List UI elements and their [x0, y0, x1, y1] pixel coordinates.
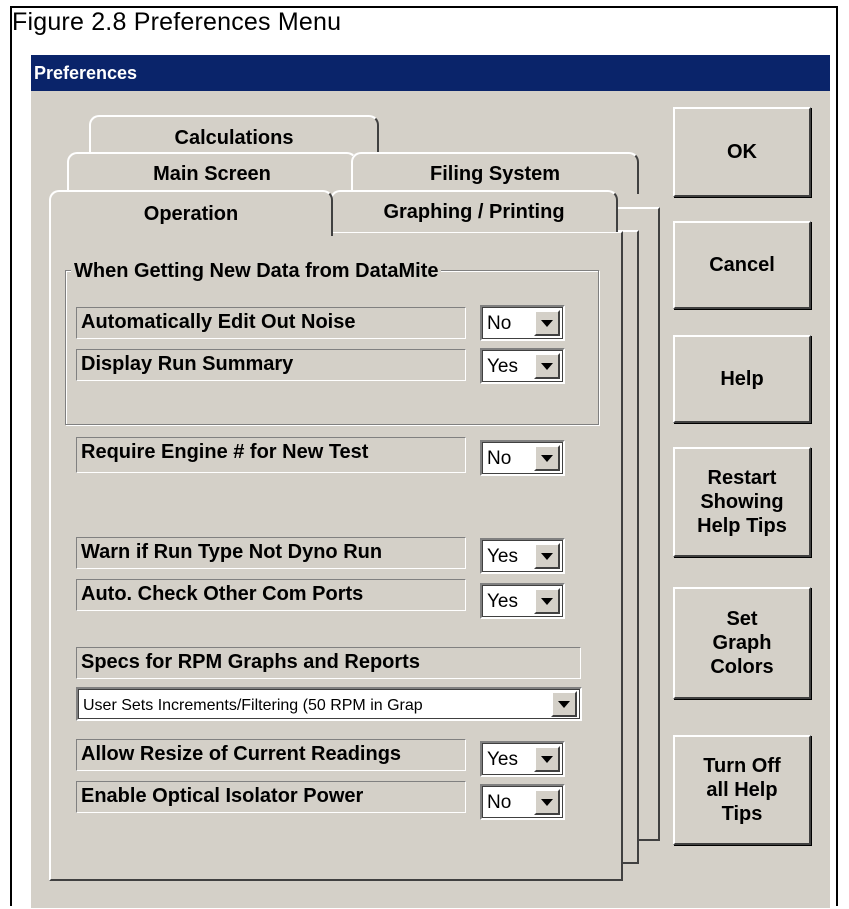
require-engine-value: No: [487, 448, 512, 469]
title-bar[interactable]: Preferences: [31, 55, 830, 91]
tab-operation[interactable]: Operation: [49, 190, 333, 236]
require-engine-select[interactable]: No: [480, 440, 565, 476]
turn-off-help-tips-button[interactable]: Turn Off all Help Tips: [673, 735, 811, 845]
tab-filing-system[interactable]: Filing System: [351, 152, 639, 194]
auto-check-ports-value: Yes: [487, 591, 518, 612]
help-button[interactable]: Help: [673, 335, 811, 423]
figure-caption: Figure 2.8 Preferences Menu: [12, 8, 342, 36]
warn-run-type-select[interactable]: Yes: [480, 538, 565, 574]
tab-main-screen[interactable]: Main Screen: [67, 152, 357, 194]
preferences-dialog: Preferences Calculations Main Screen Fil…: [30, 54, 830, 908]
chevron-down-icon[interactable]: [551, 691, 577, 717]
allow-resize-label: Allow Resize of Current Readings: [76, 739, 466, 771]
auto-check-ports-select[interactable]: Yes: [480, 583, 565, 619]
optical-isolator-label: Enable Optical Isolator Power: [76, 781, 466, 813]
chevron-down-icon[interactable]: [534, 310, 560, 336]
optical-isolator-select[interactable]: No: [480, 784, 565, 820]
rpm-specs-select[interactable]: User Sets Increments/Filtering (50 RPM i…: [76, 687, 582, 721]
restart-help-tips-button[interactable]: Restart Showing Help Tips: [673, 447, 811, 557]
warn-run-type-label: Warn if Run Type Not Dyno Run: [76, 537, 466, 569]
display-run-summary-select[interactable]: Yes: [480, 348, 565, 384]
chevron-down-icon[interactable]: [534, 543, 560, 569]
require-engine-label: Require Engine # for New Test: [76, 437, 466, 473]
chevron-down-icon[interactable]: [534, 588, 560, 614]
display-run-summary-label: Display Run Summary: [76, 349, 466, 381]
datamite-group-title: When Getting New Data from DataMite: [71, 258, 442, 284]
chevron-down-icon[interactable]: [534, 746, 560, 772]
rpm-specs-value: User Sets Increments/Filtering (50 RPM i…: [83, 697, 423, 714]
rpm-specs-header: Specs for RPM Graphs and Reports: [76, 647, 581, 679]
auto-edit-noise-select[interactable]: No: [480, 305, 565, 341]
allow-resize-select[interactable]: Yes: [480, 741, 565, 777]
chevron-down-icon[interactable]: [534, 353, 560, 379]
chevron-down-icon[interactable]: [534, 445, 560, 471]
display-run-summary-value: Yes: [487, 356, 518, 377]
auto-check-ports-label: Auto. Check Other Com Ports: [76, 579, 466, 611]
ok-button[interactable]: OK: [673, 107, 811, 197]
auto-edit-noise-value: No: [487, 313, 512, 334]
auto-edit-noise-label: Automatically Edit Out Noise: [76, 307, 466, 339]
chevron-down-icon[interactable]: [534, 789, 560, 815]
optical-isolator-value: No: [487, 792, 512, 813]
allow-resize-value: Yes: [487, 749, 518, 770]
cancel-button[interactable]: Cancel: [673, 221, 811, 309]
warn-run-type-value: Yes: [487, 546, 518, 567]
set-graph-colors-button[interactable]: Set Graph Colors: [673, 587, 811, 699]
tab-graphing-printing[interactable]: Graphing / Printing: [330, 190, 618, 232]
